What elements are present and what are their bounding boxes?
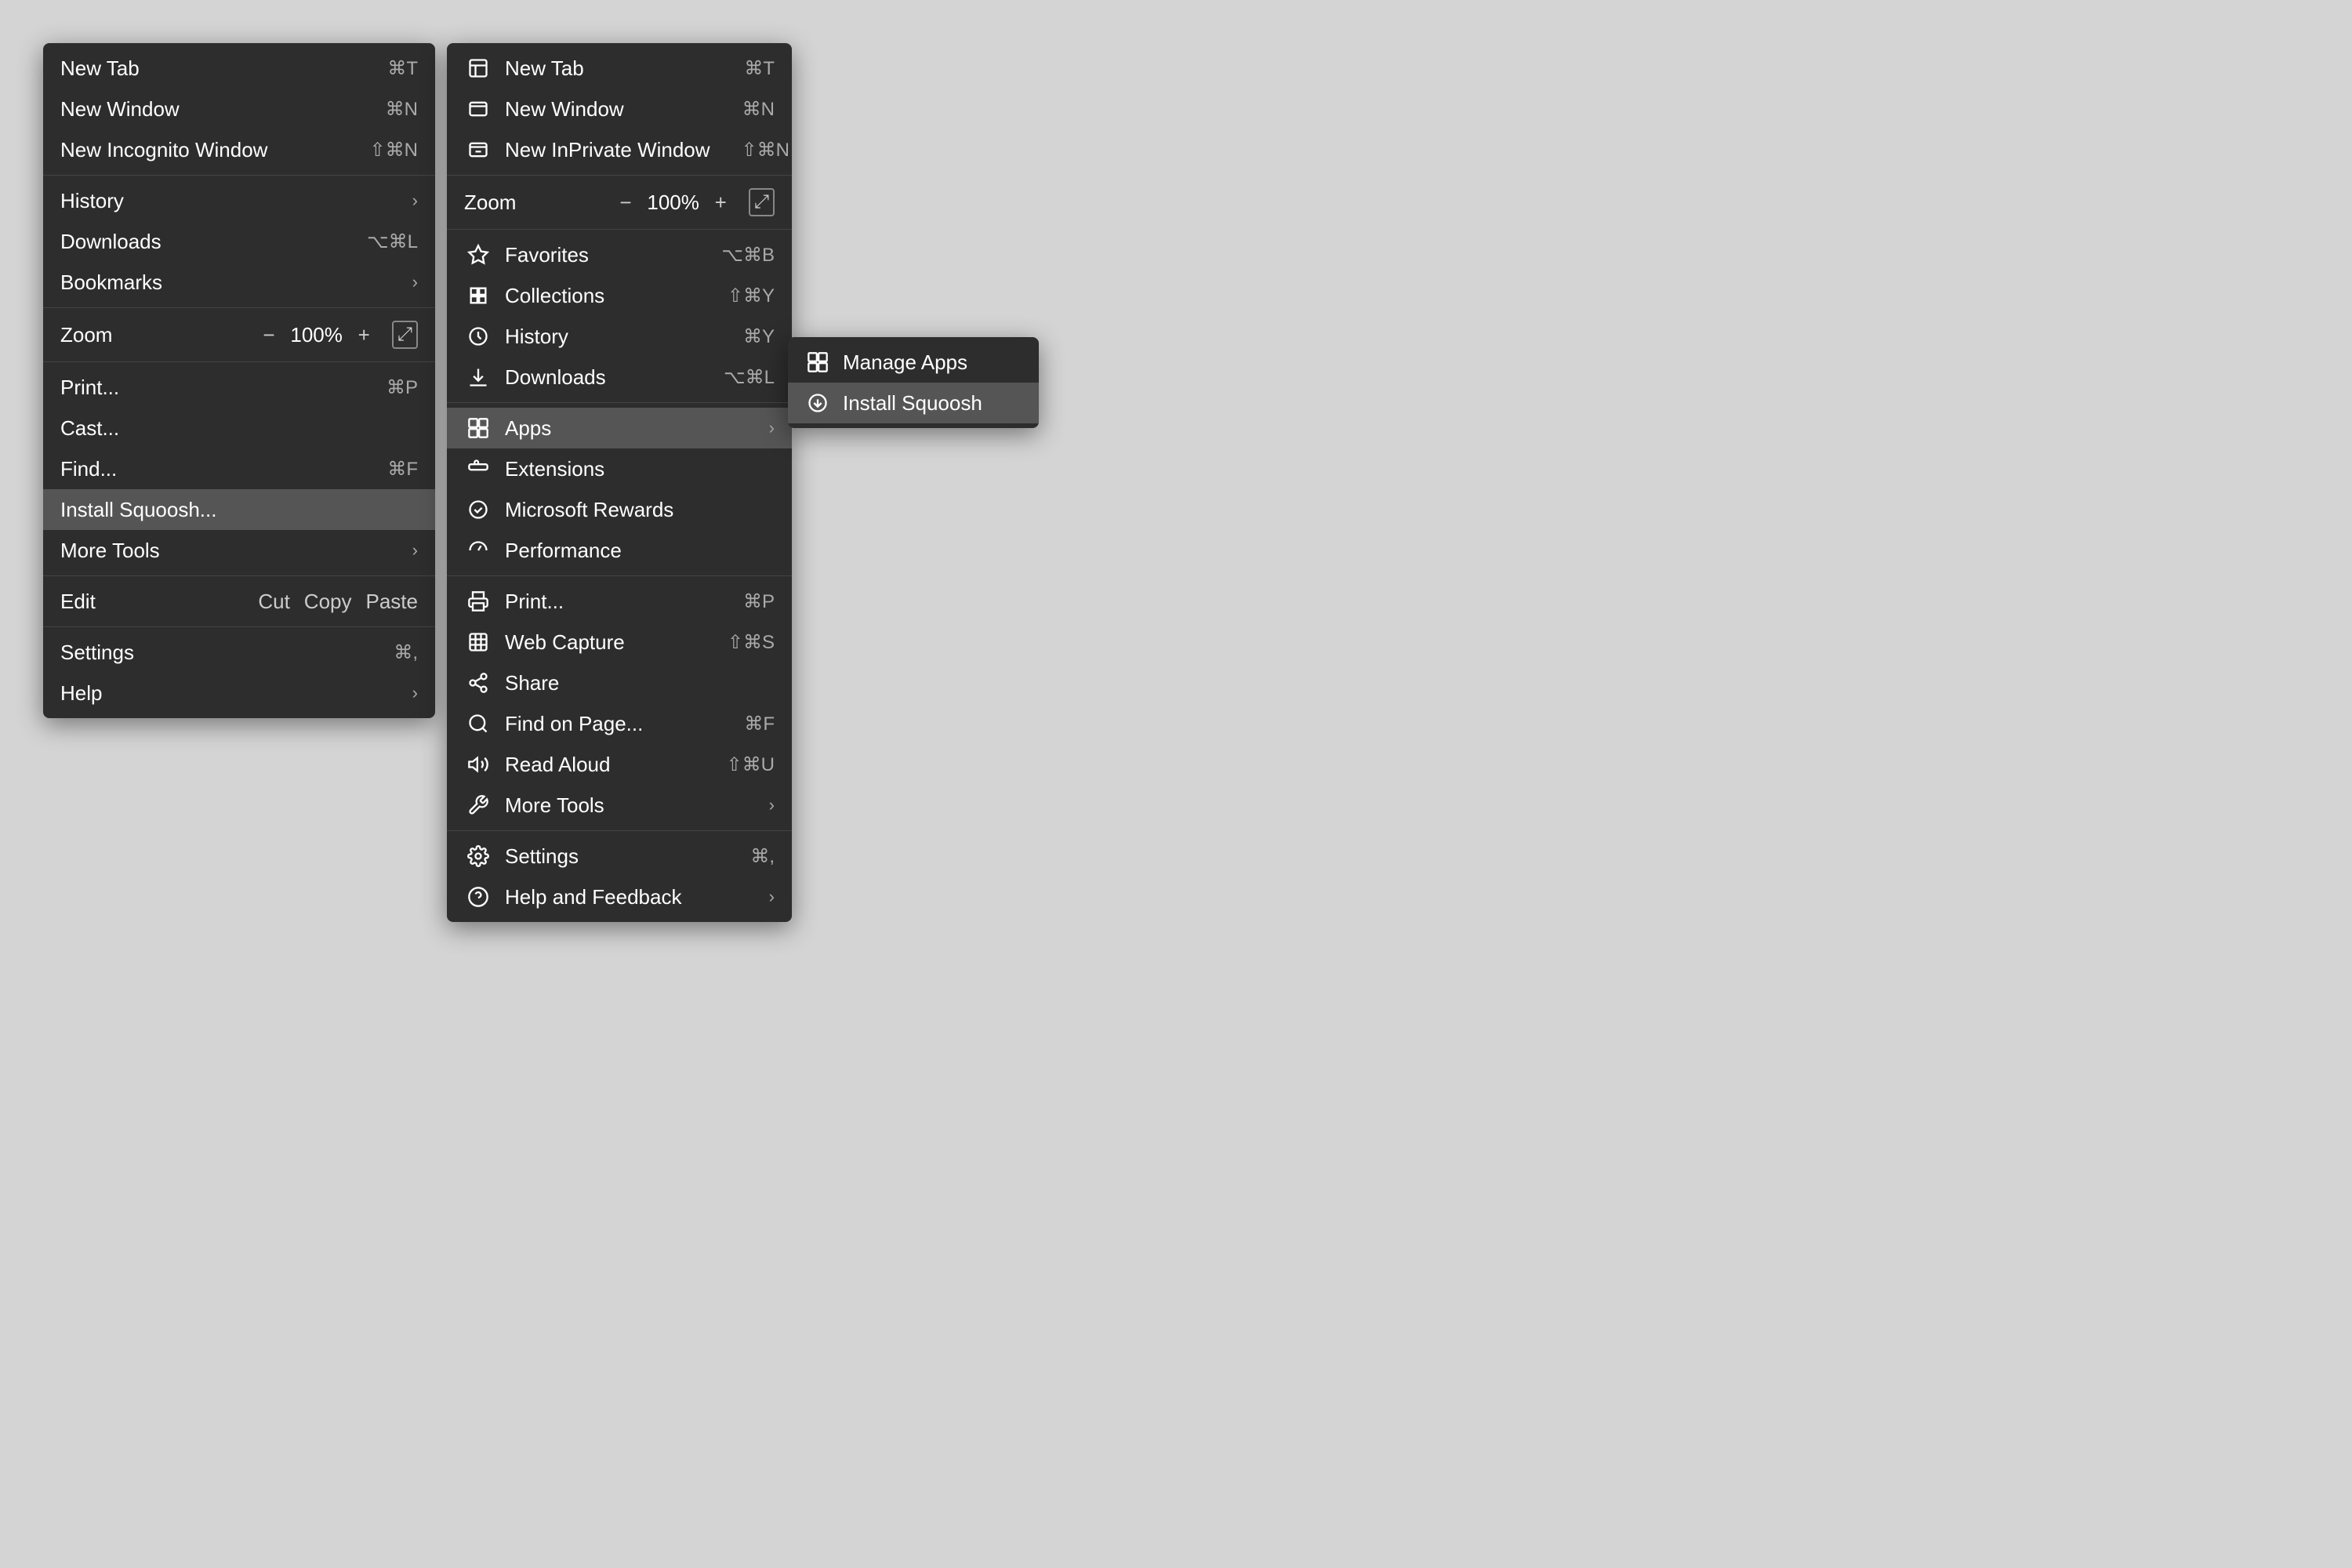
extensions-icon xyxy=(464,458,492,480)
readaloud-icon xyxy=(464,753,492,775)
edge-share[interactable]: Share xyxy=(447,662,792,703)
chrome-edit-row: Edit Cut Copy Paste xyxy=(43,581,435,622)
zoom-value: 100% xyxy=(289,323,344,347)
chrome-new-incognito[interactable]: New Incognito Window ⇧⌘N xyxy=(43,129,435,170)
favorites-icon xyxy=(464,244,492,266)
chrome-help[interactable]: Help › xyxy=(43,673,435,713)
edge-zoom-plus[interactable]: + xyxy=(715,191,727,215)
history-icon xyxy=(464,325,492,347)
collections-icon xyxy=(464,285,492,307)
inprivate-icon xyxy=(464,139,492,161)
apps-submenu[interactable]: Manage Apps Install Squoosh xyxy=(788,337,1039,428)
edge-downloads[interactable]: Downloads ⌥⌘L xyxy=(447,357,792,397)
edge-apps[interactable]: Apps › xyxy=(447,408,792,448)
edge-zoom-controls[interactable]: − 100% + ⤢ xyxy=(619,188,775,216)
edge-history[interactable]: History ⌘Y xyxy=(447,316,792,357)
new-tab-icon xyxy=(464,57,492,79)
separator-4 xyxy=(43,575,435,576)
zoom-plus-btn[interactable]: + xyxy=(358,323,370,347)
chrome-bookmarks[interactable]: Bookmarks › xyxy=(43,262,435,303)
cut-btn[interactable]: Cut xyxy=(258,590,289,614)
edge-context-menu[interactable]: New Tab ⌘T New Window ⌘N New InPrivate W… xyxy=(447,43,792,922)
install-squoosh-item[interactable]: Install Squoosh xyxy=(788,383,1039,423)
print-icon xyxy=(464,590,492,612)
chrome-context-menu[interactable]: New Tab ⌘T New Window ⌘N New Incognito W… xyxy=(43,43,435,718)
manage-apps-item[interactable]: Manage Apps xyxy=(788,342,1039,383)
edge-zoom-row: Zoom − 100% + ⤢ xyxy=(447,180,792,224)
edge-favorites[interactable]: Favorites ⌥⌘B xyxy=(447,234,792,275)
chrome-find[interactable]: Find... ⌘F xyxy=(43,448,435,489)
edge-sep-5 xyxy=(447,830,792,831)
find-icon xyxy=(464,713,492,735)
edge-new-inprivate[interactable]: New InPrivate Window ⇧⌘N xyxy=(447,129,792,170)
edge-zoom-value: 100% xyxy=(646,191,701,215)
chrome-cast[interactable]: Cast... xyxy=(43,408,435,448)
chrome-downloads[interactable]: Downloads ⌥⌘L xyxy=(43,221,435,262)
edge-sep-1 xyxy=(447,175,792,176)
edge-read-aloud[interactable]: Read Aloud ⇧⌘U xyxy=(447,744,792,785)
separator-2 xyxy=(43,307,435,308)
edge-settings[interactable]: Settings ⌘, xyxy=(447,836,792,877)
more-tools-icon xyxy=(464,794,492,816)
edge-zoom-expand[interactable]: ⤢ xyxy=(749,188,775,216)
zoom-expand-btn[interactable]: ⤢ xyxy=(392,321,418,349)
new-window-icon xyxy=(464,98,492,120)
edge-sep-3 xyxy=(447,402,792,403)
edge-help-feedback[interactable]: Help and Feedback › xyxy=(447,877,792,917)
downloads-icon xyxy=(464,366,492,388)
chrome-zoom-row: Zoom − 100% + ⤢ xyxy=(43,313,435,357)
chrome-print[interactable]: Print... ⌘P xyxy=(43,367,435,408)
edge-find-on-page[interactable]: Find on Page... ⌘F xyxy=(447,703,792,744)
rewards-icon xyxy=(464,499,492,521)
install-squoosh-icon xyxy=(804,392,832,414)
settings-icon xyxy=(464,845,492,867)
edge-performance[interactable]: Performance xyxy=(447,530,792,571)
separator-5 xyxy=(43,626,435,627)
edge-zoom-minus[interactable]: − xyxy=(619,191,631,215)
zoom-controls[interactable]: − 100% + ⤢ xyxy=(263,321,418,349)
edge-rewards[interactable]: Microsoft Rewards xyxy=(447,489,792,530)
chrome-new-window[interactable]: New Window ⌘N xyxy=(43,89,435,129)
edge-collections[interactable]: Collections ⇧⌘Y xyxy=(447,275,792,316)
edge-sep-4 xyxy=(447,575,792,576)
chrome-install-squoosh[interactable]: Install Squoosh... xyxy=(43,489,435,530)
separator-1 xyxy=(43,175,435,176)
webcapture-icon xyxy=(464,631,492,653)
share-icon xyxy=(464,672,492,694)
edge-extensions[interactable]: Extensions xyxy=(447,448,792,489)
edge-web-capture[interactable]: Web Capture ⇧⌘S xyxy=(447,622,792,662)
manage-apps-icon xyxy=(804,351,832,373)
edge-new-window[interactable]: New Window ⌘N xyxy=(447,89,792,129)
apps-icon xyxy=(464,417,492,439)
separator-3 xyxy=(43,361,435,362)
performance-icon xyxy=(464,539,492,561)
edge-sep-2 xyxy=(447,229,792,230)
chrome-settings[interactable]: Settings ⌘, xyxy=(43,632,435,673)
chrome-more-tools[interactable]: More Tools › xyxy=(43,530,435,571)
edge-new-tab[interactable]: New Tab ⌘T xyxy=(447,48,792,89)
edit-actions[interactable]: Cut Copy Paste xyxy=(258,590,418,614)
chrome-history[interactable]: History › xyxy=(43,180,435,221)
chrome-new-tab[interactable]: New Tab ⌘T xyxy=(43,48,435,89)
help-icon xyxy=(464,886,492,908)
copy-btn[interactable]: Copy xyxy=(304,590,352,614)
edge-more-tools[interactable]: More Tools › xyxy=(447,785,792,826)
paste-btn[interactable]: Paste xyxy=(366,590,419,614)
zoom-minus-btn[interactable]: − xyxy=(263,323,274,347)
edge-print[interactable]: Print... ⌘P xyxy=(447,581,792,622)
